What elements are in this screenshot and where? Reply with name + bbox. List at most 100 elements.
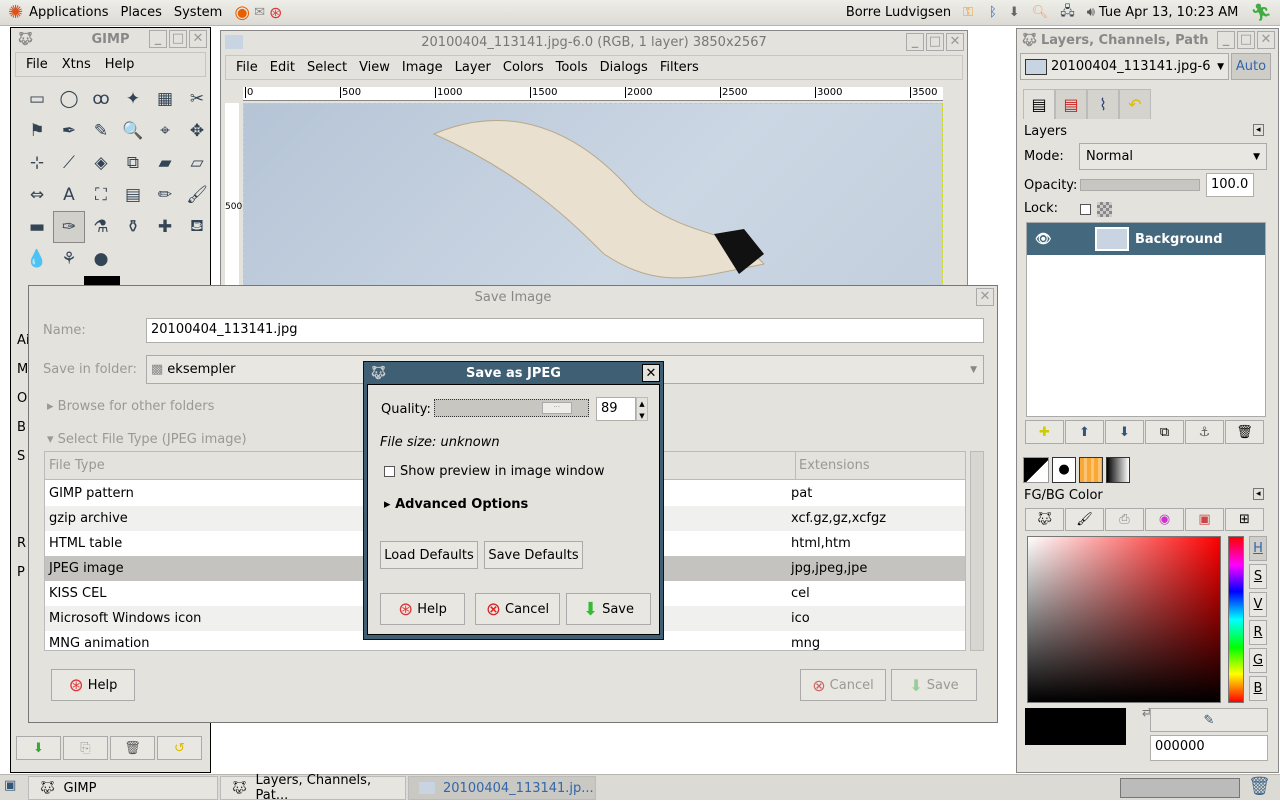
menu-filters[interactable]: Filters bbox=[660, 60, 699, 75]
tool-button[interactable]: ⚘ bbox=[53, 243, 85, 275]
gimp-selector-button[interactable]: 🐺︎ bbox=[1025, 508, 1064, 531]
quality-spin[interactable]: 89 bbox=[596, 397, 636, 421]
quality-slider[interactable]: ··· bbox=[434, 399, 589, 417]
tool-button[interactable]: ⊹ bbox=[21, 147, 53, 179]
eyedropper-button[interactable]: ✎ bbox=[1150, 708, 1268, 732]
user-name[interactable]: Borre Ludvigsen bbox=[846, 5, 951, 20]
tool-button[interactable]: ✥ bbox=[181, 115, 213, 147]
menu-select[interactable]: Select bbox=[307, 60, 347, 75]
channel-s-button[interactable]: S bbox=[1249, 564, 1267, 589]
cmyk-selector-button[interactable]: ⎙ bbox=[1105, 508, 1144, 531]
quality-spin-arrows[interactable]: ▲ ▼ bbox=[636, 397, 648, 421]
scales-selector-button[interactable]: ⊞ bbox=[1225, 508, 1264, 531]
layer-row[interactable]: 👁︎ Background bbox=[1027, 223, 1265, 255]
tab-patterns[interactable] bbox=[1079, 457, 1103, 483]
menu-colors[interactable]: Colors bbox=[503, 60, 544, 75]
close-button[interactable]: ✕ bbox=[642, 364, 660, 382]
minimize-button[interactable]: _ bbox=[906, 33, 924, 51]
watercolor-selector-button[interactable]: 🖌︎ bbox=[1065, 508, 1104, 531]
wheel-selector-button[interactable]: ◉ bbox=[1145, 508, 1184, 531]
save-image-titlebar[interactable]: Save Image ✕ bbox=[29, 286, 997, 308]
tool-button[interactable]: ✏ bbox=[149, 179, 181, 211]
minimize-button[interactable]: _ bbox=[1217, 31, 1235, 49]
tool-button[interactable]: ⛶ bbox=[85, 179, 117, 211]
tool-button[interactable]: 🔍 bbox=[117, 115, 149, 147]
maximize-button[interactable]: □ bbox=[926, 33, 944, 51]
layer-name[interactable]: Background bbox=[1135, 232, 1223, 247]
color-area[interactable] bbox=[1027, 536, 1221, 703]
tab-gradients[interactable] bbox=[1106, 457, 1130, 483]
tool-button[interactable]: ▭ bbox=[21, 83, 53, 115]
image-selector[interactable]: 20100404_113141.jpg-6 ▼ bbox=[1020, 53, 1229, 80]
tab-layers[interactable]: ▤ bbox=[1023, 89, 1055, 119]
close-button[interactable]: ✕ bbox=[946, 33, 964, 51]
channel-r-button[interactable]: R bbox=[1249, 620, 1267, 645]
hue-strip[interactable] bbox=[1228, 536, 1244, 703]
tab-undo[interactable]: ↶ bbox=[1119, 89, 1151, 119]
logout-icon[interactable]: 🏃︎ bbox=[1250, 3, 1272, 23]
tool-button[interactable]: ▬ bbox=[21, 211, 53, 243]
channel-g-button[interactable]: G bbox=[1249, 648, 1267, 673]
lock-pixels-checkbox[interactable] bbox=[1080, 204, 1091, 215]
eye-icon[interactable]: 👁︎ bbox=[1035, 232, 1095, 247]
firefox-icon[interactable]: ◉ bbox=[234, 2, 250, 23]
tab-menu-icon[interactable]: ◂ bbox=[1253, 488, 1264, 500]
network-icon[interactable]: 🖧 bbox=[1060, 2, 1075, 24]
load-defaults-button[interactable]: Load Defaults bbox=[380, 541, 478, 569]
menu-dialogs[interactable]: Dialogs bbox=[600, 60, 648, 75]
tool-button[interactable]: ⟋ bbox=[53, 147, 85, 179]
menu-view[interactable]: View bbox=[359, 60, 390, 75]
duplicate-layer-button[interactable]: ⧉ bbox=[1145, 420, 1184, 444]
show-desktop-icon[interactable]: ▣ bbox=[4, 778, 16, 793]
tool-button[interactable]: 🖌 bbox=[181, 179, 213, 211]
menu-edit[interactable]: Edit bbox=[270, 60, 295, 75]
jpeg-cancel-button[interactable]: ⊗ Cancel bbox=[475, 593, 560, 625]
tool-button[interactable]: ▱ bbox=[181, 147, 213, 179]
jpeg-help-button[interactable]: ⊛ Help bbox=[380, 593, 465, 625]
bluetooth-icon[interactable]: ᛒ bbox=[989, 5, 997, 20]
alpha-lock-icon[interactable] bbox=[1097, 202, 1112, 217]
menu-layer[interactable]: Layer bbox=[455, 60, 491, 75]
tool-button[interactable]: 💧 bbox=[21, 243, 53, 275]
file-type-expander[interactable]: ▾ Select File Type (JPEG image) bbox=[47, 432, 247, 447]
help-lifebuoy-icon[interactable]: ⊛ bbox=[269, 3, 282, 22]
tool-button[interactable]: ◯ bbox=[53, 83, 85, 115]
tool-button[interactable]: ✎ bbox=[85, 115, 117, 147]
tab-paths[interactable]: ⌇ bbox=[1087, 89, 1119, 119]
delete-options-button[interactable]: 🗑︎ bbox=[110, 736, 155, 760]
update-icon[interactable]: ⬇ bbox=[1009, 5, 1020, 20]
image-canvas[interactable] bbox=[243, 103, 943, 293]
anchor-layer-button[interactable]: ⚓ bbox=[1185, 420, 1224, 444]
menu-file[interactable]: File bbox=[26, 57, 48, 72]
jpeg-titlebar[interactable]: 🐺︎ Save as JPEG ✕ bbox=[367, 362, 660, 384]
minimize-button[interactable]: _ bbox=[149, 30, 167, 48]
close-button[interactable]: ✕ bbox=[976, 288, 994, 306]
slider-handle[interactable]: ··· bbox=[541, 402, 572, 414]
jpeg-save-button[interactable]: ⬇ Save bbox=[566, 593, 651, 625]
task-image[interactable]: 20100404_113141.jp... bbox=[408, 776, 596, 800]
lower-layer-button[interactable]: ⬇ bbox=[1105, 420, 1144, 444]
keyring-icon[interactable]: ⚿ bbox=[963, 5, 973, 20]
volume-icon[interactable]: 🔊︎ bbox=[1087, 5, 1095, 20]
menu-help[interactable]: Help bbox=[105, 57, 135, 72]
tool-button[interactable]: A bbox=[53, 179, 85, 211]
tool-button[interactable]: ▤ bbox=[117, 179, 149, 211]
tool-button[interactable]: ✚ bbox=[149, 211, 181, 243]
tool-button[interactable]: ⌖ bbox=[149, 115, 181, 147]
menu-applications[interactable]: Applications bbox=[29, 5, 108, 20]
tab-fgbg[interactable] bbox=[1023, 457, 1049, 483]
task-gimp[interactable]: 🐺︎ GIMP bbox=[28, 776, 218, 800]
raise-layer-button[interactable]: ⬆ bbox=[1065, 420, 1104, 444]
search-icon[interactable]: 🔍︎ bbox=[1032, 5, 1049, 20]
dock-titlebar[interactable]: 🐺︎ Layers, Channels, Path _ □ ✕ bbox=[1017, 29, 1278, 51]
opacity-spin[interactable]: 100.0 bbox=[1206, 173, 1254, 197]
tool-button[interactable]: ⇔ bbox=[21, 179, 53, 211]
close-button[interactable]: ✕ bbox=[1257, 31, 1275, 49]
tool-button[interactable]: ▰ bbox=[149, 147, 181, 179]
menu-places[interactable]: Places bbox=[121, 5, 162, 20]
trash-icon[interactable]: 🗑︎ bbox=[1248, 776, 1271, 797]
delete-layer-button[interactable]: 🗑︎ bbox=[1225, 420, 1264, 444]
tab-brushes[interactable]: ● bbox=[1052, 457, 1076, 483]
table-scrollbar[interactable] bbox=[970, 451, 984, 651]
tool-button[interactable]: ✦ bbox=[117, 83, 149, 115]
